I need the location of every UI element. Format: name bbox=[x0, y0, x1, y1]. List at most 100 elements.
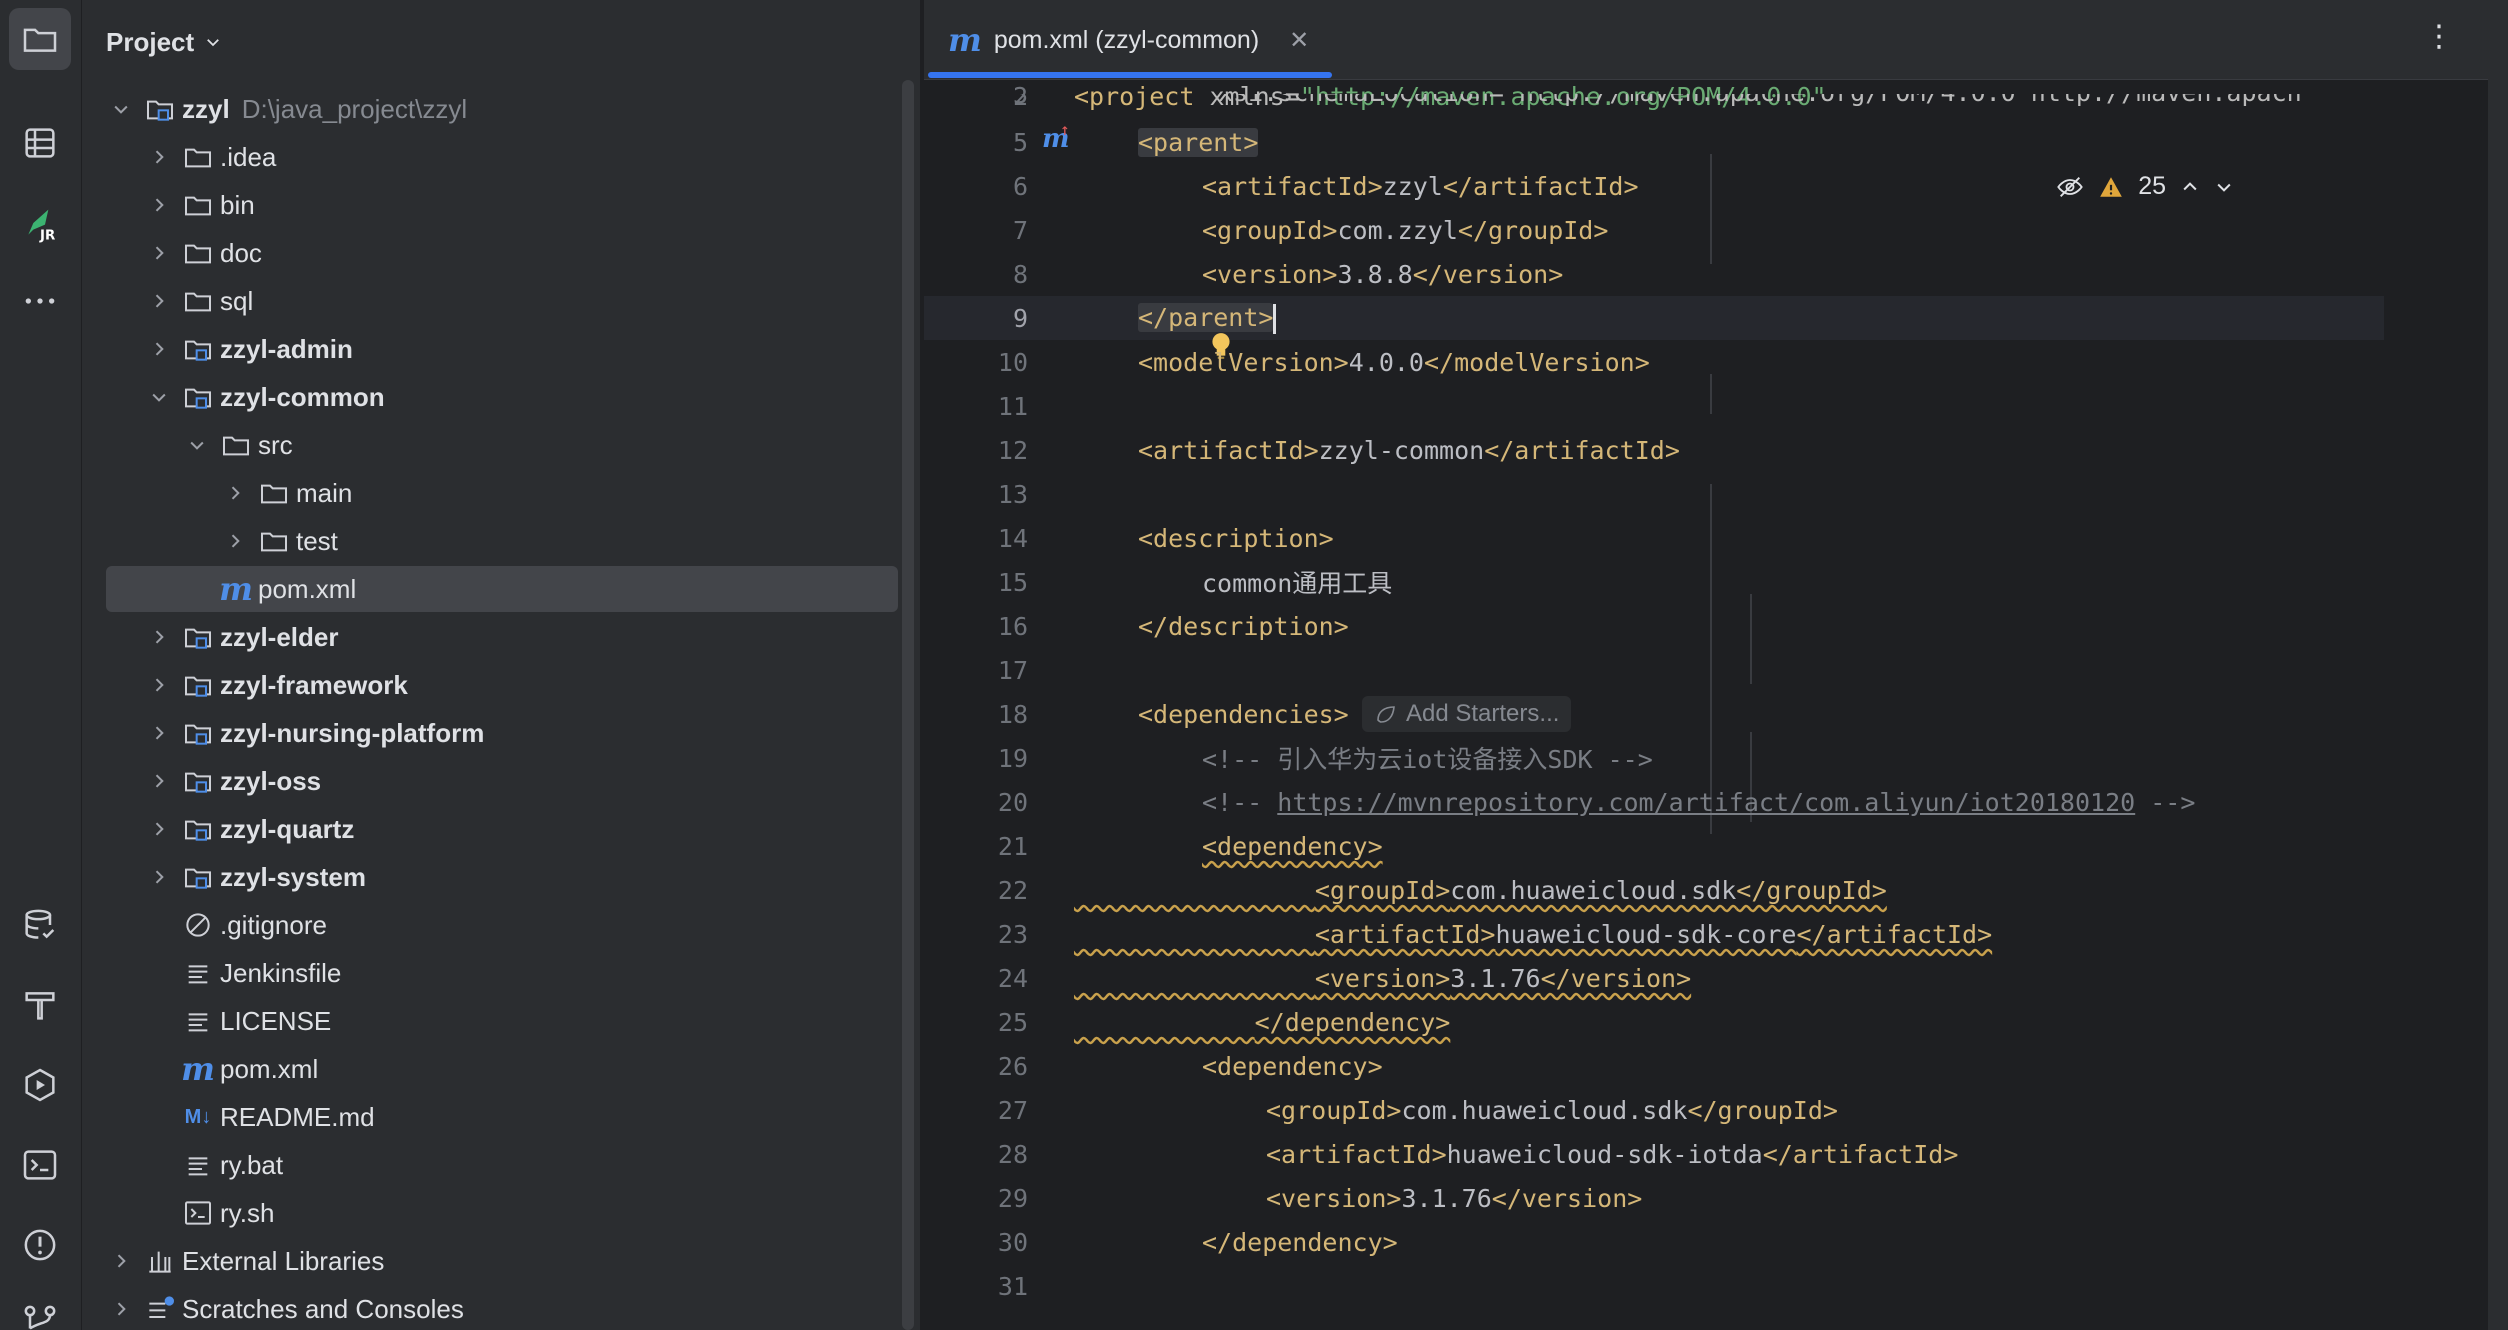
jrebel-tool-button[interactable]: JR bbox=[9, 192, 71, 254]
chevron-right-icon[interactable] bbox=[220, 526, 250, 556]
line-number: 23 bbox=[997, 919, 1028, 949]
tree-item-readme-md[interactable]: M↓ README.md bbox=[106, 1094, 898, 1140]
tree-item-label: ry.sh bbox=[220, 1197, 275, 1228]
tree-item-label: zzyl-oss bbox=[220, 765, 322, 796]
chevron-right-icon[interactable] bbox=[144, 334, 174, 364]
tree-item-zzyl-oss[interactable]: zzyl-oss bbox=[106, 758, 898, 804]
chevron-right-icon[interactable] bbox=[144, 190, 174, 220]
tree-item-scratches-and-consoles[interactable]: Scratches and Consoles bbox=[106, 1286, 898, 1330]
tree-item-sql[interactable]: sql bbox=[106, 278, 898, 324]
code-line: 10 <modelVersion>4.0.0</modelVersion> bbox=[924, 340, 2384, 384]
chevron-right-icon[interactable] bbox=[144, 862, 174, 892]
tree-item-doc[interactable]: doc bbox=[106, 230, 898, 276]
tree-item-external-libraries[interactable]: External Libraries bbox=[106, 1238, 898, 1284]
maven-icon: m bbox=[219, 570, 253, 608]
chevron-down-icon[interactable] bbox=[144, 382, 174, 412]
tree-item-pom-xml[interactable]: m pom.xml bbox=[106, 1046, 898, 1092]
line-number: 24 bbox=[997, 963, 1028, 993]
more-tools-button[interactable] bbox=[9, 270, 71, 332]
code-line: 25 </dependency> bbox=[924, 1000, 2384, 1044]
line-number: 3 bbox=[1012, 94, 1028, 109]
chevron-right-icon[interactable] bbox=[144, 142, 174, 172]
editor-tab-pom-xml[interactable]: m pom.xml (zzyl-common) ✕ bbox=[924, 0, 1333, 80]
database-tool-button[interactable] bbox=[9, 894, 71, 956]
library-icon bbox=[142, 1243, 178, 1279]
tree-item-zzyl-common[interactable]: zzyl-common bbox=[106, 374, 898, 420]
code-line: 23 <artifactId>huaweicloud-sdk-core</art… bbox=[924, 912, 2384, 956]
git-tool-button[interactable] bbox=[9, 1290, 71, 1330]
tree-item-idea[interactable]: .idea bbox=[106, 134, 898, 180]
tree-item-zzyl-nursing-platform[interactable]: zzyl-nursing-platform bbox=[106, 710, 898, 756]
chevron-right-icon[interactable] bbox=[144, 238, 174, 268]
xml-tag: </artifactId> bbox=[1442, 171, 1639, 201]
tree-item-ry-bat[interactable]: ry.bat bbox=[106, 1142, 898, 1188]
xml-tag: </artifactId> bbox=[1796, 919, 1993, 949]
tree-item-zzyl-admin[interactable]: zzyl-admin bbox=[106, 326, 898, 372]
tree-item-label: zzyl-system bbox=[220, 861, 366, 892]
chevron-right-icon[interactable] bbox=[106, 1294, 136, 1324]
tree-item-pom-xml[interactable]: m pom.xml bbox=[106, 566, 898, 612]
structure-tool-button[interactable] bbox=[9, 112, 71, 174]
problems-tool-button[interactable] bbox=[9, 1214, 71, 1276]
code-editor[interactable]: 2 <project xmlns="http://maven.apache.or… bbox=[924, 80, 2384, 1330]
project-panel-header[interactable]: Project bbox=[106, 22, 222, 62]
tree-item-label: zzyl-common bbox=[220, 381, 385, 412]
folder-icon bbox=[218, 427, 254, 463]
activity-bar: JR bbox=[0, 0, 82, 1330]
line-number: 20 bbox=[997, 787, 1028, 817]
tree-item-label: bin bbox=[220, 189, 255, 220]
tree-item-ry-sh[interactable]: ry.sh bbox=[106, 1190, 898, 1236]
chevron-right-icon[interactable] bbox=[144, 814, 174, 844]
chevron-down-icon[interactable] bbox=[106, 94, 136, 124]
code-line: 3 xsi:schemaLocation="http://maven.apach… bbox=[924, 94, 2384, 118]
code-line-current: 9 </parent> bbox=[924, 296, 2384, 359]
tree-item-label: README.md bbox=[220, 1101, 375, 1132]
code-line: 28 <artifactId>huaweicloud-sdk-iotda</ar… bbox=[924, 1132, 2384, 1176]
add-starters-button[interactable]: Add Starters... bbox=[1362, 696, 1572, 732]
tree-item-gitignore[interactable]: .gitignore bbox=[106, 902, 898, 948]
line-number: 10 bbox=[997, 347, 1028, 377]
chevron-right-icon[interactable] bbox=[106, 1246, 136, 1276]
tree-item-zzyl[interactable]: zzyl D:\java_project\zzyl bbox=[106, 86, 898, 132]
editor: m pom.xml (zzyl-common) ✕ ⋮ 2 <project x… bbox=[924, 0, 2508, 1330]
tree-item-bin[interactable]: bin bbox=[106, 182, 898, 228]
chevron-right-icon[interactable] bbox=[144, 718, 174, 748]
comment-link[interactable]: https://mvnrepository.com/artifact/com.a… bbox=[1277, 788, 2135, 817]
panel-scrollbar[interactable] bbox=[902, 80, 914, 1330]
chevron-right-icon[interactable] bbox=[144, 670, 174, 700]
project-tool-button[interactable] bbox=[9, 8, 71, 70]
tree-item-zzyl-framework[interactable]: zzyl-framework bbox=[106, 662, 898, 708]
build-tool-button[interactable] bbox=[9, 974, 71, 1036]
tree-item-zzyl-system[interactable]: zzyl-system bbox=[106, 854, 898, 900]
tree-item-license[interactable]: LICENSE bbox=[106, 998, 898, 1044]
xml-tag: <dependency> bbox=[1202, 831, 1383, 861]
tree-item-zzyl-elder[interactable]: zzyl-elder bbox=[106, 614, 898, 660]
chevron-right-icon[interactable] bbox=[144, 622, 174, 652]
chevron-down-icon[interactable] bbox=[182, 430, 212, 460]
tree-item-test[interactable]: test bbox=[106, 518, 898, 564]
chevron-right-icon[interactable] bbox=[144, 766, 174, 796]
maven-parent-gutter-icon[interactable]: m ↑ bbox=[1042, 120, 1070, 153]
tree-item-main[interactable]: main bbox=[106, 470, 898, 516]
xml-tag: </description> bbox=[1138, 611, 1349, 641]
text-caret bbox=[1273, 303, 1277, 334]
close-icon[interactable]: ✕ bbox=[1289, 26, 1309, 55]
xml-comment: <!-- bbox=[1202, 787, 1278, 817]
services-tool-button[interactable] bbox=[9, 1054, 71, 1116]
xml-tag: </groupId> bbox=[1736, 875, 1887, 905]
tree-item-zzyl-quartz[interactable]: zzyl-quartz bbox=[106, 806, 898, 852]
tree-item-src[interactable]: src bbox=[106, 422, 898, 468]
tab-options-menu-icon[interactable]: ⋮ bbox=[2424, 22, 2454, 52]
tree-item-jenkinsfile[interactable]: Jenkinsfile bbox=[106, 950, 898, 996]
xml-tag: <artifactId> bbox=[1202, 171, 1383, 201]
chevron-right-icon[interactable] bbox=[220, 478, 250, 508]
line-number: 13 bbox=[997, 479, 1028, 509]
chevron-right-icon[interactable] bbox=[144, 286, 174, 316]
tree-item-label: LICENSE bbox=[220, 1005, 332, 1036]
terminal-tool-button[interactable] bbox=[9, 1134, 71, 1196]
xml-tag: <version> bbox=[1314, 963, 1451, 993]
code-line: 11 bbox=[924, 384, 2384, 428]
xml-tag: </artifactId> bbox=[1484, 435, 1680, 465]
